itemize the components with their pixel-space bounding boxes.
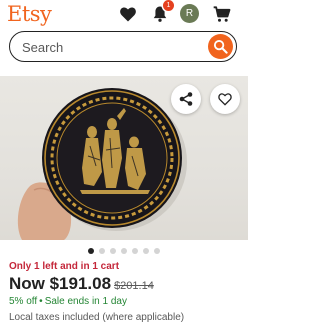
carousel-dot[interactable] [121,248,127,254]
carousel-dot[interactable] [132,248,138,254]
cart-icon[interactable] [212,4,232,24]
notification-count-badge: 1 [163,0,174,11]
carousel-dot[interactable] [88,248,94,254]
search-button[interactable] [208,34,233,59]
heart-outline-icon [218,93,232,106]
carousel-dot[interactable] [99,248,105,254]
stock-notice: Only 1 left and in 1 cart [9,261,120,272]
sale-row: 5% off • Sale ends in 1 day [9,296,127,307]
favorites-heart-icon[interactable] [118,4,138,24]
search-input[interactable] [22,38,192,56]
app-header: Etsy 1 R [0,0,248,30]
discount-label: 5% off [9,296,38,307]
etsy-logo[interactable]: Etsy [7,1,52,27]
original-price: $201.14 [114,280,154,292]
share-button[interactable] [171,84,201,114]
favorite-button[interactable] [210,84,240,114]
search-bar [9,31,237,62]
sale-ends-label: Sale ends in 1 day [44,296,127,307]
tax-note: Local taxes included (where applicable) [9,312,185,323]
sale-separator: • [39,296,43,307]
current-price: Now $191.08 [9,274,112,293]
search-icon [213,39,228,54]
user-avatar[interactable]: R [180,4,199,23]
share-icon [179,92,193,106]
carousel-dot[interactable] [154,248,160,254]
price-row: Now $191.08 $201.14 [9,274,154,294]
carousel-dot[interactable] [110,248,116,254]
carousel-dot[interactable] [143,248,149,254]
